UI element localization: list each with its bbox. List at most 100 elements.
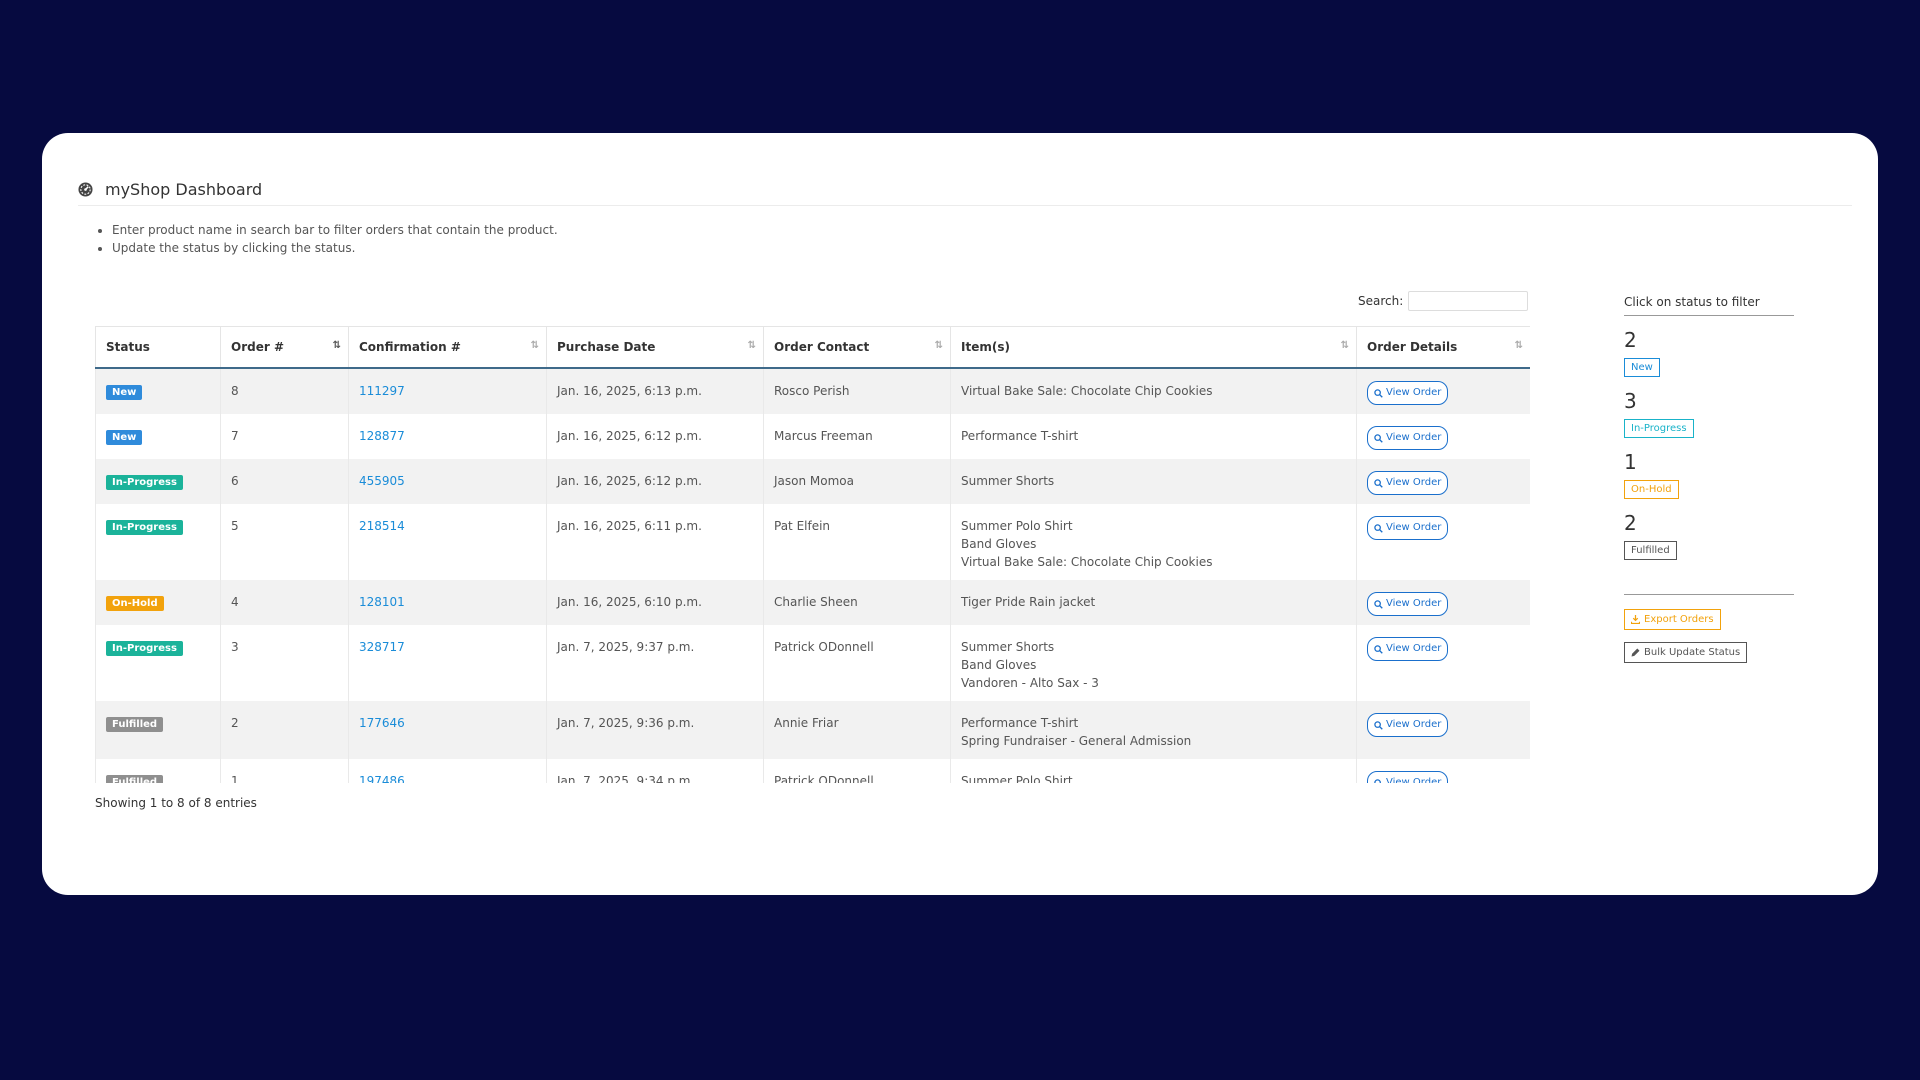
status-cell: Fulfilled (95, 759, 221, 783)
order-number-cell-wrapper: 3 (220, 625, 349, 701)
order-details-cell: View Order (1356, 414, 1530, 459)
purchase-date-cell-wrapper: Jan. 7, 2025, 9:34 p.m. (546, 759, 764, 783)
status-filter-button[interactable]: In-Progress (1624, 419, 1694, 438)
status-count: 2 (1624, 511, 1637, 535)
confirmation-link[interactable]: 218514 (359, 519, 405, 533)
column-header-items[interactable]: Item(s) ⇅ (950, 326, 1357, 369)
item-name: Summer Polo Shirt (961, 519, 1073, 533)
view-order-button[interactable]: View Order (1367, 381, 1449, 405)
confirmation-link[interactable]: 328717 (359, 640, 405, 654)
status-filter-button[interactable]: On-Hold (1624, 480, 1679, 499)
view-order-button[interactable]: View Order (1367, 713, 1449, 737)
table-row: In-Progress 6 455905 Jan. 16, 2025, 6:12 p.… (95, 459, 1530, 504)
orders-table: Status Order # ⇅ Confirmation # ⇅ Purchase… (95, 326, 1530, 783)
search-icon (1374, 478, 1383, 488)
status-filter-button[interactable]: Fulfilled (1624, 541, 1677, 560)
view-order-button[interactable]: View Order (1367, 426, 1449, 450)
confirmation-link[interactable]: 455905 (359, 474, 405, 488)
status-count: 2 (1624, 328, 1637, 352)
instruction-item: Update the status by clicking the status… (112, 239, 558, 257)
view-order-button[interactable]: View Order (1367, 516, 1449, 540)
confirmation-link-wrapper: 128877 (348, 414, 547, 459)
confirmation-link[interactable]: 111297 (359, 384, 405, 398)
order-contact-cell-wrapper: Patrick ODonnell (763, 625, 951, 701)
status-badge[interactable]: On-Hold (106, 596, 164, 611)
purchase-date-cell-wrapper: Jan. 7, 2025, 9:37 p.m. (546, 625, 764, 701)
column-header-order[interactable]: Order # ⇅ (220, 326, 349, 369)
order-number-cell-wrapper: 6 (220, 459, 349, 504)
view-order-label: View Order (1386, 598, 1442, 609)
table-row: In-Progress 5 218514 Jan. 16, 2025, 6:11 p.… (95, 504, 1530, 580)
status-badge[interactable]: New (106, 430, 143, 445)
status-badge[interactable]: Fulfilled (106, 775, 164, 783)
order-details-cell: View Order (1356, 625, 1530, 701)
item-name: Band Gloves (961, 537, 1037, 551)
order-number-cell: 8 (231, 384, 239, 398)
purchase-date-cell: Jan. 7, 2025, 9:37 p.m. (557, 640, 695, 654)
confirmation-link[interactable]: 128101 (359, 595, 405, 609)
table-row: Fulfilled 1 197486 Jan. 7, 2025, 9:34 p.m. P… (95, 759, 1530, 783)
view-order-button[interactable]: View Order (1367, 592, 1449, 616)
confirmation-link[interactable]: 177646 (359, 716, 405, 730)
item-name: Performance T-shirt (961, 716, 1079, 730)
order-number-cell: 6 (231, 474, 239, 488)
pencil-icon (1631, 648, 1640, 657)
dashboard-header: myShop Dashboard (78, 173, 1852, 206)
order-details-cell: View Order (1356, 368, 1530, 414)
status-cell: On-Hold (95, 580, 221, 625)
confirmation-link-wrapper: 128101 (348, 580, 547, 625)
purchase-date-cell: Jan. 7, 2025, 9:36 p.m. (557, 716, 695, 730)
sort-icon: ⇅ (934, 340, 943, 351)
view-order-label: View Order (1386, 777, 1442, 783)
purchase-date-cell-wrapper: Jan. 16, 2025, 6:13 p.m. (546, 368, 764, 414)
status-count: 1 (1624, 450, 1637, 474)
table-info: Showing 1 to 8 of 8 entries (95, 796, 257, 810)
order-number-cell: 5 (231, 519, 239, 533)
purchase-date-cell-wrapper: Jan. 7, 2025, 9:36 p.m. (546, 701, 764, 759)
status-badge[interactable]: In-Progress (106, 520, 183, 535)
status-badge[interactable]: In-Progress (106, 641, 183, 656)
confirmation-link[interactable]: 197486 (359, 774, 405, 783)
search-input[interactable] (1408, 291, 1529, 311)
status-count: 3 (1624, 389, 1637, 413)
column-header-purchase-date[interactable]: Purchase Date ⇅ (546, 326, 764, 369)
search-label: Search: (1358, 294, 1404, 308)
status-cell: Fulfilled (95, 701, 221, 759)
confirmation-link-wrapper: 111297 (348, 368, 547, 414)
confirmation-link-wrapper: 218514 (348, 504, 547, 580)
column-header-order-details[interactable]: Order Details ⇅ (1356, 326, 1530, 369)
sort-icon: ⇅ (530, 340, 539, 351)
status-badge[interactable]: Fulfilled (106, 717, 164, 732)
item-name: Summer Shorts (961, 640, 1055, 654)
bulk-update-status-button[interactable]: Bulk Update Status (1624, 642, 1748, 663)
orders-table-wrapper[interactable]: Status Order # ⇅ Confirmation # ⇅ Purchase… (95, 326, 1530, 783)
view-order-button[interactable]: View Order (1367, 471, 1449, 495)
purchase-date-cell: Jan. 16, 2025, 6:12 p.m. (557, 474, 702, 488)
order-number-cell: 7 (231, 429, 239, 443)
column-header-status[interactable]: Status (95, 326, 221, 369)
order-details-cell: View Order (1356, 504, 1530, 580)
purchase-date-cell-wrapper: Jan. 16, 2025, 6:10 p.m. (546, 580, 764, 625)
status-badge[interactable]: New (106, 385, 143, 400)
items-cell: Summer Polo Shirt Band Gloves Virtual Bake… (950, 504, 1357, 580)
status-filter-title: Click on status to filter (1624, 295, 1794, 316)
view-order-button[interactable]: View Order (1367, 637, 1449, 661)
order-number-cell: 3 (231, 640, 239, 654)
confirmation-link[interactable]: 128877 (359, 429, 405, 443)
status-cell: New (95, 414, 221, 459)
status-filter-button[interactable]: New (1624, 358, 1660, 377)
order-details-cell: View Order (1356, 459, 1530, 504)
column-header-order-contact[interactable]: Order Contact ⇅ (763, 326, 951, 369)
status-badge[interactable]: In-Progress (106, 475, 183, 490)
status-filter-list: 2 New 3 In-Progress 1 On-Hold 2 Fulfilled (1624, 330, 1794, 560)
order-number-cell: 2 (231, 716, 239, 730)
export-orders-button[interactable]: Export Orders (1624, 609, 1721, 630)
search-icon (1374, 720, 1383, 730)
view-order-button[interactable]: View Order (1367, 771, 1449, 783)
column-header-confirmation[interactable]: Confirmation # ⇅ (348, 326, 547, 369)
items-cell: Performance T-shirt (950, 414, 1357, 459)
order-contact-cell-wrapper: Patrick ODonnell (763, 759, 951, 783)
view-order-label: View Order (1386, 643, 1442, 654)
item-name: Spring Fundraiser - General Admission (961, 734, 1192, 748)
order-number-cell-wrapper: 2 (220, 701, 349, 759)
